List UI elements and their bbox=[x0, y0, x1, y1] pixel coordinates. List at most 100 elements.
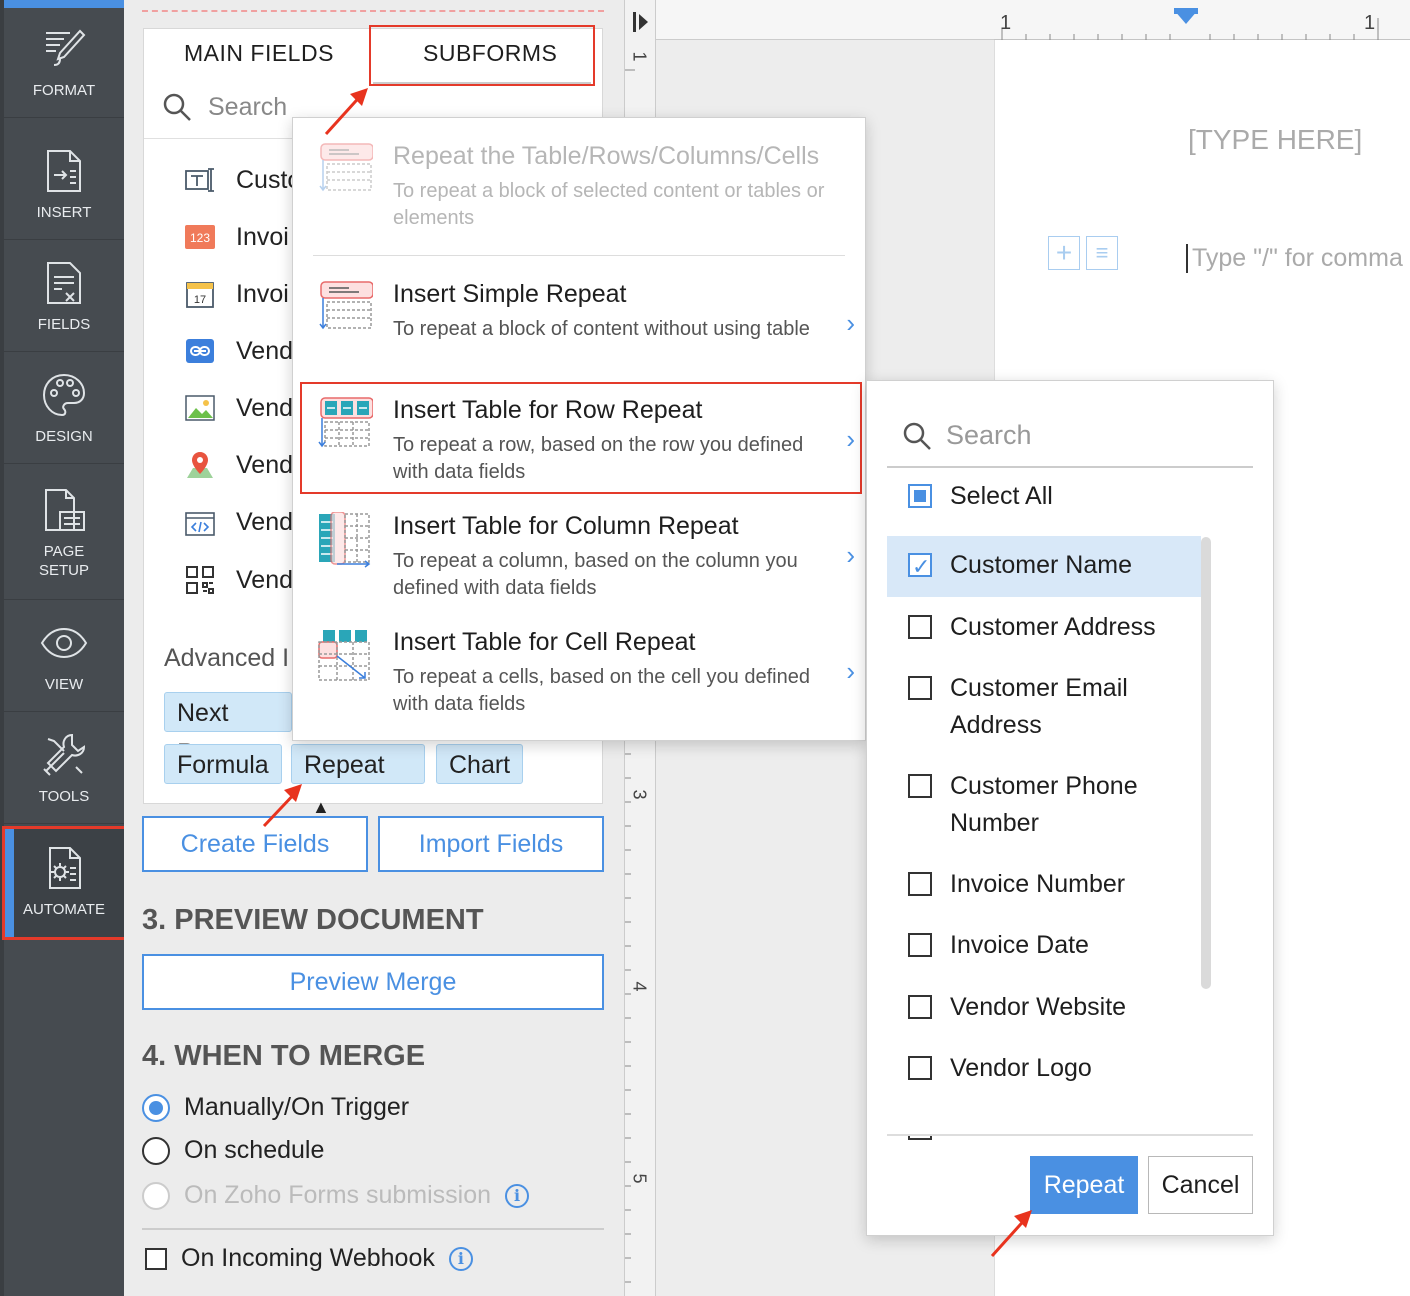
search-icon bbox=[903, 422, 931, 450]
radio-on-schedule[interactable]: On schedule bbox=[142, 1136, 324, 1165]
field-item[interactable]: Vend bbox=[184, 392, 293, 424]
rail-label: FORMAT bbox=[32, 82, 96, 99]
ruler-mark: 1 bbox=[629, 51, 650, 62]
image-icon bbox=[184, 392, 216, 424]
code-icon bbox=[184, 506, 216, 538]
rail-item-view[interactable]: VIEW bbox=[4, 602, 124, 712]
info-icon[interactable]: i bbox=[505, 1183, 530, 1208]
option-label: Invoice Date bbox=[950, 931, 1089, 959]
when-to-merge-title: 4. WHEN TO MERGE bbox=[142, 1040, 426, 1072]
text-block-icon[interactable]: ≡ bbox=[1086, 236, 1118, 270]
field-option[interactable]: Vendor Logo bbox=[887, 1050, 1201, 1087]
checkbox-square bbox=[908, 1056, 932, 1080]
insert-doc-icon bbox=[47, 150, 81, 192]
checkbox-square bbox=[908, 676, 932, 700]
repeat-button[interactable]: Repeat bbox=[1030, 1156, 1138, 1214]
menu-item-cell-repeat[interactable]: Insert Table for Cell Repeat To repeat a… bbox=[313, 628, 861, 728]
chevron-right-icon: › bbox=[846, 540, 855, 570]
field-search[interactable]: Search bbox=[902, 420, 1032, 451]
field-option[interactable]: Customer Name bbox=[887, 536, 1201, 597]
section-divider bbox=[142, 1228, 604, 1230]
field-item[interactable]: Custo bbox=[184, 164, 301, 196]
field-item[interactable]: Vend bbox=[184, 449, 293, 481]
chart-chip[interactable]: Chart bbox=[436, 744, 524, 784]
checkbox-square bbox=[908, 484, 932, 508]
cell-repeat-icon bbox=[318, 630, 370, 681]
rail-label: INSERT bbox=[36, 204, 92, 221]
tab-main-fields[interactable]: MAIN FIELDS bbox=[184, 40, 334, 67]
rail-item-tools[interactable]: TOOLS bbox=[4, 714, 124, 824]
block-insert-icons: + ≡ bbox=[1048, 236, 1118, 270]
ruler-mark: 4 bbox=[629, 981, 650, 992]
info-icon[interactable]: i bbox=[448, 1246, 473, 1271]
radio-zoho-forms[interactable]: On Zoho Forms submission i bbox=[142, 1181, 530, 1210]
qr-code-icon bbox=[184, 564, 216, 596]
search-underline bbox=[887, 466, 1253, 468]
menu-item-title: Insert Table for Column Repeat bbox=[393, 512, 739, 540]
option-label: Customer Address bbox=[950, 613, 1156, 641]
page-setup-icon bbox=[45, 488, 85, 531]
field-label: Invoi bbox=[236, 222, 289, 251]
field-item[interactable]: Vend bbox=[184, 335, 293, 367]
option-label: Vendor Website bbox=[950, 993, 1127, 1021]
radio-manual-trigger[interactable]: Manually/On Trigger bbox=[142, 1093, 409, 1122]
search-icon bbox=[163, 93, 191, 121]
field-option[interactable]: Customer Address bbox=[887, 609, 1201, 646]
ruler-collapse-icon bbox=[633, 12, 648, 32]
ruler-mark: 3 bbox=[629, 789, 650, 800]
add-block-icon[interactable]: + bbox=[1048, 236, 1080, 270]
format-brush-icon bbox=[46, 29, 86, 66]
checkbox-incoming-webhook[interactable]: On Incoming Webhook i bbox=[145, 1244, 473, 1273]
next-record-chip[interactable]: Next Reco bbox=[164, 692, 292, 767]
rail-item-insert[interactable]: INSERT bbox=[4, 130, 124, 240]
chevron-right-icon: › bbox=[846, 656, 855, 686]
annotation-arrow-subforms bbox=[324, 88, 368, 136]
menu-item-desc: To repeat a block of content without usi… bbox=[393, 318, 810, 340]
rail-item-page-setup[interactable]: PAGE SETUP bbox=[4, 466, 124, 600]
select-all-checkbox[interactable]: Select All bbox=[887, 478, 1201, 515]
rail-item-fields[interactable]: FIELDS bbox=[4, 242, 124, 352]
create-fields-button[interactable]: Create Fields bbox=[142, 816, 368, 872]
preview-merge-button[interactable]: Preview Merge bbox=[142, 954, 604, 1010]
field-option[interactable]: Customer Phone Number bbox=[887, 768, 1201, 842]
rail-item-format[interactable]: FORMAT bbox=[4, 8, 124, 118]
ruler-mark: 1 bbox=[1364, 12, 1376, 34]
repeat-table-icon bbox=[319, 143, 373, 192]
option-label: Invoice Number bbox=[950, 870, 1126, 898]
field-option[interactable]: Invoice Number bbox=[887, 866, 1201, 903]
scrollbar[interactable] bbox=[1201, 537, 1211, 989]
column-repeat-icon bbox=[319, 512, 371, 568]
formula-chip[interactable]: Formula bbox=[164, 744, 282, 784]
field-item[interactable]: Vend bbox=[184, 564, 293, 596]
import-fields-button[interactable]: Import Fields bbox=[378, 816, 604, 872]
radio-label: Manually/On Trigger bbox=[184, 1093, 410, 1121]
type-here-placeholder[interactable]: [TYPE HERE] bbox=[1188, 124, 1362, 156]
list-clip bbox=[887, 1116, 1227, 1136]
eye-icon bbox=[40, 627, 88, 659]
field-item[interactable]: Vend bbox=[184, 506, 293, 538]
rail-top-accent bbox=[0, 0, 124, 8]
rail-item-design[interactable]: DESIGN bbox=[4, 354, 124, 464]
field-option[interactable]: Vendor Website bbox=[887, 989, 1201, 1026]
field-item[interactable]: 123 Invoi bbox=[184, 221, 289, 253]
menu-item-title: Insert Table for Cell Repeat bbox=[393, 628, 696, 656]
command-input[interactable]: Type "/" for comma bbox=[1186, 244, 1403, 273]
checkbox-square bbox=[145, 1247, 167, 1270]
checkbox-square bbox=[908, 933, 932, 957]
menu-item-column-repeat[interactable]: Insert Table for Column Repeat To repeat… bbox=[313, 512, 861, 612]
field-option[interactable]: Customer Email Address bbox=[887, 670, 1201, 744]
field-item[interactable]: 17 Invoi bbox=[184, 278, 289, 310]
menu-item-simple-repeat[interactable]: Insert Simple Repeat To repeat a block o… bbox=[313, 280, 861, 380]
field-label: Vend bbox=[236, 450, 294, 479]
cancel-button[interactable]: Cancel bbox=[1148, 1156, 1253, 1214]
repeat-chip[interactable]: Repeat ▲ bbox=[291, 744, 425, 817]
field-option[interactable]: Invoice Date bbox=[887, 927, 1201, 964]
dashed-divider bbox=[142, 10, 604, 16]
number-field-icon: 123 bbox=[184, 221, 216, 253]
checkbox-square bbox=[908, 548, 932, 585]
checkbox-square bbox=[908, 995, 932, 1019]
left-rail: FORMAT INSERT FIELDS DESIGN PAGE SETUP V… bbox=[0, 0, 124, 1296]
fields-search[interactable]: Search bbox=[162, 92, 287, 122]
row-repeat-highlight-box bbox=[300, 382, 862, 494]
option-label: Select All bbox=[950, 482, 1053, 510]
